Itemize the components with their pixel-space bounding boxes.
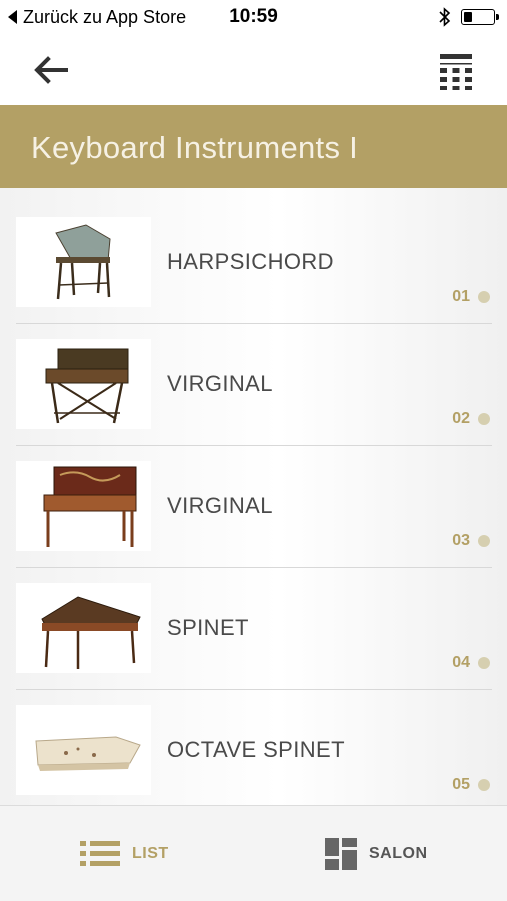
item-label: OCTAVE SPINET — [167, 737, 345, 762]
status-indicators — [439, 6, 499, 28]
keypad-grid-icon — [440, 54, 472, 90]
tab-salon-label: SALON — [369, 845, 428, 862]
title-band: Keyboard Instruments I — [0, 105, 507, 188]
item-dot — [478, 413, 490, 425]
list-icon — [80, 841, 120, 866]
bluetooth-icon — [439, 7, 451, 27]
tab-list-label: LIST — [132, 845, 169, 862]
item-label: SPINET — [167, 615, 249, 640]
item-dot — [478, 291, 490, 303]
instrument-list: HARPSICHORD 01 VIRGINAL 02 VIRGINAL 03 S… — [0, 188, 507, 805]
tab-list[interactable]: LIST — [80, 836, 169, 872]
tab-bar: LIST SALON — [0, 805, 507, 901]
battery-icon — [461, 9, 499, 25]
item-dot — [478, 535, 490, 547]
item-label: HARPSICHORD — [167, 249, 334, 274]
item-label: VIRGINAL — [167, 371, 273, 396]
status-bar: Zurück zu App Store 10:59 — [0, 0, 507, 36]
list-item[interactable]: HARPSICHORD 01 — [16, 202, 492, 324]
salon-grid-icon — [325, 838, 357, 870]
item-dot — [478, 657, 490, 669]
list-item[interactable]: VIRGINAL 02 — [16, 324, 492, 446]
item-number: 05 — [452, 776, 470, 793]
status-time: 10:59 — [229, 6, 278, 27]
tab-salon[interactable]: SALON — [325, 836, 428, 872]
virginal-image — [16, 339, 151, 429]
item-number: 01 — [452, 288, 470, 305]
keypad-button[interactable] — [433, 48, 479, 94]
spinet-image — [16, 583, 151, 673]
octave-spinet-image — [16, 705, 151, 795]
item-number: 03 — [452, 532, 470, 549]
back-button[interactable] — [28, 48, 74, 94]
item-number: 04 — [452, 654, 470, 671]
list-item[interactable]: OCTAVE SPINET 05 — [16, 690, 492, 805]
item-label: VIRGINAL — [167, 493, 273, 518]
item-dot — [478, 779, 490, 791]
list-item[interactable]: VIRGINAL 03 — [16, 446, 492, 568]
item-number: 02 — [452, 410, 470, 427]
virginal-image — [16, 461, 151, 551]
list-item[interactable]: SPINET 04 — [16, 568, 492, 690]
page-title: Keyboard Instruments I — [31, 130, 359, 165]
arrow-left-icon — [34, 56, 68, 84]
harpsichord-image — [16, 217, 151, 307]
nav-bar — [0, 36, 507, 105]
